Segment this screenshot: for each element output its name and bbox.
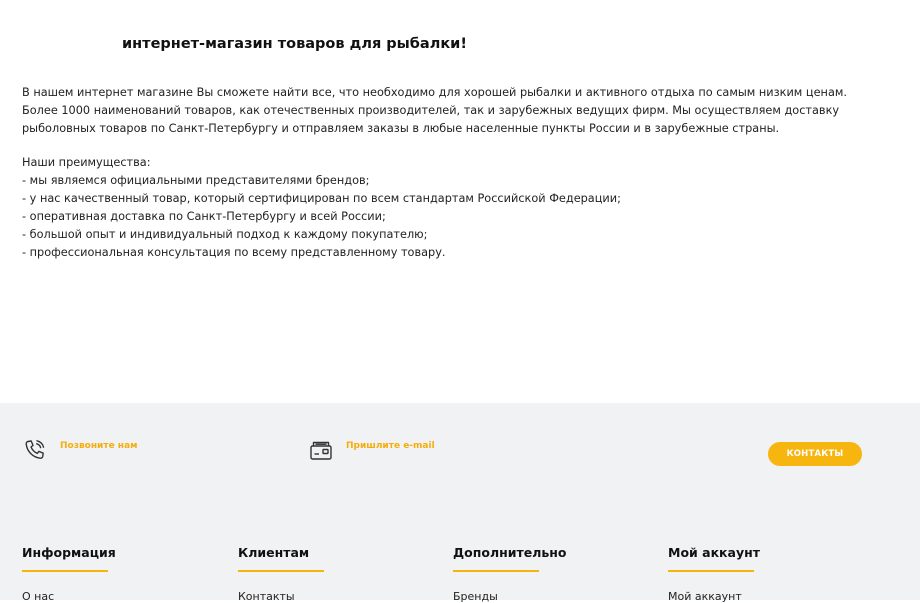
intro-text: В нашем интернет магазине Вы сможете най… xyxy=(22,86,847,135)
footer-link-my-account[interactable]: Мой аккаунт xyxy=(668,590,760,603)
phone-icon xyxy=(25,440,45,459)
footer-column-title: Информация xyxy=(22,545,116,560)
list-item: - мы являемся официальными представителя… xyxy=(22,174,370,187)
footer: Позвоните нам Пришлите e-mail Контакты И… xyxy=(0,403,920,603)
advantages-heading: Наши преимущества: xyxy=(22,156,151,169)
footer-column-extra: Дополнительно Бренды xyxy=(453,545,567,603)
title-underline xyxy=(238,570,324,572)
mail-icon xyxy=(310,441,332,460)
footer-column-title: Мой аккаунт xyxy=(668,545,761,560)
call-us-label: Позвоните нам xyxy=(60,441,138,451)
advantages-list: Наши преимущества: - мы являемся официал… xyxy=(22,154,862,262)
email-us-link[interactable]: Пришлите e-mail xyxy=(308,437,435,463)
email-us-label: Пришлите e-mail xyxy=(346,441,435,451)
footer-link-brands[interactable]: Бренды xyxy=(453,590,567,603)
title-underline xyxy=(668,570,754,572)
contacts-button[interactable]: Контакты xyxy=(768,442,862,466)
footer-link-contacts[interactable]: Контакты xyxy=(238,590,324,603)
list-item: - у нас качественный товар, который серт… xyxy=(22,192,621,205)
list-item: - большой опыт и индивидуальный подход к… xyxy=(22,228,428,241)
page-title: интернет-магазин товаров для рыбалки! xyxy=(122,36,467,52)
footer-column-account: Мой аккаунт Мой аккаунт xyxy=(668,545,760,603)
title-underline xyxy=(453,570,539,572)
footer-column-title: Клиентам xyxy=(238,545,310,560)
footer-column-title: Дополнительно xyxy=(453,545,567,560)
title-underline xyxy=(22,570,108,572)
main-content: интернет-магазин товаров для рыбалки! В … xyxy=(0,0,920,403)
footer-column-info: Информация О нас xyxy=(22,545,116,603)
list-item: - оперативная доставка по Санкт-Петербур… xyxy=(22,210,386,223)
footer-link-about[interactable]: О нас xyxy=(22,590,116,603)
footer-column-clients: Клиентам Контакты xyxy=(238,545,324,603)
list-item: - профессиональная консультация по всему… xyxy=(22,246,446,259)
call-us-link[interactable]: Позвоните нам xyxy=(22,437,137,463)
